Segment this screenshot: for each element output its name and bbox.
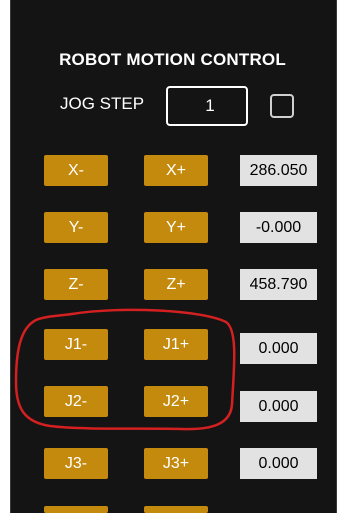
jog-step-checkbox[interactable] xyxy=(270,94,294,118)
j2-plus-button[interactable]: J2+ xyxy=(144,386,208,417)
z-minus-button[interactable]: Z- xyxy=(44,269,108,300)
j1-minus-button[interactable]: J1- xyxy=(44,329,108,360)
z-plus-button[interactable]: Z+ xyxy=(144,269,208,300)
robot-motion-control-panel xyxy=(10,0,337,513)
jog-step-label: JOG STEP xyxy=(60,94,145,113)
y-minus-button[interactable]: Y- xyxy=(44,212,108,243)
y-value: -0.000 xyxy=(240,212,317,243)
j3-minus-button[interactable]: J3- xyxy=(44,448,108,479)
z-value: 458.790 xyxy=(240,269,317,300)
x-minus-button[interactable]: X- xyxy=(44,155,108,186)
j2-value: 0.000 xyxy=(240,391,317,422)
x-value: 286.050 xyxy=(240,155,317,186)
panel-title: ROBOT MOTION CONTROL xyxy=(59,50,286,69)
x-plus-button[interactable]: X+ xyxy=(144,155,208,186)
next-minus-button-partial[interactable] xyxy=(44,506,108,513)
j3-value: 0.000 xyxy=(240,448,317,479)
j1-value: 0.000 xyxy=(240,333,317,364)
y-plus-button[interactable]: Y+ xyxy=(144,212,208,243)
jog-step-input[interactable]: 1 xyxy=(166,86,248,126)
j1-plus-button[interactable]: J1+ xyxy=(144,329,208,360)
screenshot-frame: ROBOT MOTION CONTROL JOG STEP 1 X- X+ 28… xyxy=(0,0,345,513)
j2-minus-button[interactable]: J2- xyxy=(44,386,108,417)
j3-plus-button[interactable]: J3+ xyxy=(144,448,208,479)
next-plus-button-partial[interactable] xyxy=(144,506,208,513)
